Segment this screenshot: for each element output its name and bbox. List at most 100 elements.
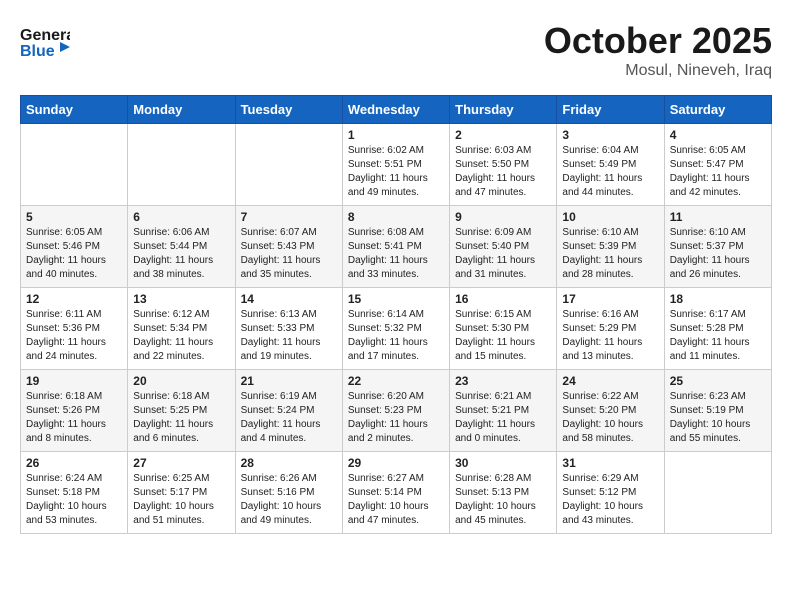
day-number: 14 bbox=[241, 292, 337, 306]
day-header-tuesday: Tuesday bbox=[235, 96, 342, 124]
day-number: 30 bbox=[455, 456, 551, 470]
calendar-cell: 21 Sunrise: 6:19 AM Sunset: 5:24 PM Dayli… bbox=[235, 370, 342, 452]
day-number: 6 bbox=[133, 210, 229, 224]
calendar-cell bbox=[128, 124, 235, 206]
day-number: 24 bbox=[562, 374, 658, 388]
day-number: 16 bbox=[455, 292, 551, 306]
day-info: Sunrise: 6:19 AM Sunset: 5:24 PM Dayligh… bbox=[241, 390, 337, 446]
calendar-cell: 19 Sunrise: 6:18 AM Sunset: 5:26 PM Dayli… bbox=[21, 370, 128, 452]
day-info: Sunrise: 6:15 AM Sunset: 5:30 PM Dayligh… bbox=[455, 308, 551, 364]
logo-icon: General Blue bbox=[20, 20, 70, 70]
calendar-cell: 9Sunrise: 6:09 AM Sunset: 5:40 PM Daylig… bbox=[450, 206, 557, 288]
day-info: Sunrise: 6:18 AM Sunset: 5:25 PM Dayligh… bbox=[133, 390, 229, 446]
calendar-cell bbox=[235, 124, 342, 206]
calendar-cell: 10 Sunrise: 6:10 AM Sunset: 5:39 PM Dayli… bbox=[557, 206, 664, 288]
calendar-cell: 6 Sunrise: 6:06 AM Sunset: 5:44 PM Daylig… bbox=[128, 206, 235, 288]
calendar-cell: 24 Sunrise: 6:22 AM Sunset: 5:20 PM Dayli… bbox=[557, 370, 664, 452]
day-info: Sunrise: 6:07 AM Sunset: 5:43 PM Dayligh… bbox=[241, 226, 337, 282]
day-info: Sunrise: 6:03 AM Sunset: 5:50 PM Dayligh… bbox=[455, 144, 551, 200]
day-info: Sunrise: 6:08 AM Sunset: 5:41 PM Dayligh… bbox=[348, 226, 444, 282]
day-info: Sunrise: 6:04 AM Sunset: 5:49 PM Dayligh… bbox=[562, 144, 658, 200]
day-info: Sunrise: 6:27 AM Sunset: 5:14 PM Dayligh… bbox=[348, 472, 444, 528]
calendar-cell: 27 Sunrise: 6:25 AM Sunset: 5:17 PM Dayli… bbox=[128, 452, 235, 534]
day-number: 23 bbox=[455, 374, 551, 388]
day-info: Sunrise: 6:02 AM Sunset: 5:51 PM Dayligh… bbox=[348, 144, 444, 200]
day-number: 19 bbox=[26, 374, 122, 388]
day-number: 4 bbox=[670, 128, 766, 142]
day-info: Sunrise: 6:22 AM Sunset: 5:20 PM Dayligh… bbox=[562, 390, 658, 446]
day-header-friday: Friday bbox=[557, 96, 664, 124]
calendar-cell: 26 Sunrise: 6:24 AM Sunset: 5:18 PM Dayli… bbox=[21, 452, 128, 534]
calendar-cell: 3Sunrise: 6:04 AM Sunset: 5:49 PM Daylig… bbox=[557, 124, 664, 206]
day-number: 1 bbox=[348, 128, 444, 142]
day-info: Sunrise: 6:06 AM Sunset: 5:44 PM Dayligh… bbox=[133, 226, 229, 282]
day-info: Sunrise: 6:26 AM Sunset: 5:16 PM Dayligh… bbox=[241, 472, 337, 528]
day-number: 2 bbox=[455, 128, 551, 142]
day-number: 5 bbox=[26, 210, 122, 224]
title-block: October 2025 Mosul, Nineveh, Iraq bbox=[544, 20, 772, 80]
calendar-cell: 15 Sunrise: 6:14 AM Sunset: 5:32 PM Dayli… bbox=[342, 288, 449, 370]
day-info: Sunrise: 6:05 AM Sunset: 5:47 PM Dayligh… bbox=[670, 144, 766, 200]
day-number: 9 bbox=[455, 210, 551, 224]
calendar-cell: 2 Sunrise: 6:03 AM Sunset: 5:50 PM Daylig… bbox=[450, 124, 557, 206]
day-number: 12 bbox=[26, 292, 122, 306]
day-number: 31 bbox=[562, 456, 658, 470]
day-info: Sunrise: 6:28 AM Sunset: 5:13 PM Dayligh… bbox=[455, 472, 551, 528]
day-info: Sunrise: 6:10 AM Sunset: 5:39 PM Dayligh… bbox=[562, 226, 658, 282]
week-row-2: 5 Sunrise: 6:05 AM Sunset: 5:46 PM Daylig… bbox=[21, 206, 772, 288]
day-number: 21 bbox=[241, 374, 337, 388]
day-info: Sunrise: 6:23 AM Sunset: 5:19 PM Dayligh… bbox=[670, 390, 766, 446]
day-info: Sunrise: 6:11 AM Sunset: 5:36 PM Dayligh… bbox=[26, 308, 122, 364]
day-number: 10 bbox=[562, 210, 658, 224]
svg-text:Blue: Blue bbox=[20, 43, 55, 60]
day-info: Sunrise: 6:10 AM Sunset: 5:37 PM Dayligh… bbox=[670, 226, 766, 282]
calendar-cell bbox=[21, 124, 128, 206]
day-info: Sunrise: 6:21 AM Sunset: 5:21 PM Dayligh… bbox=[455, 390, 551, 446]
day-info: Sunrise: 6:16 AM Sunset: 5:29 PM Dayligh… bbox=[562, 308, 658, 364]
day-number: 13 bbox=[133, 292, 229, 306]
calendar-cell: 12 Sunrise: 6:11 AM Sunset: 5:36 PM Dayli… bbox=[21, 288, 128, 370]
week-row-1: 1 Sunrise: 6:02 AM Sunset: 5:51 PM Daylig… bbox=[21, 124, 772, 206]
day-info: Sunrise: 6:05 AM Sunset: 5:46 PM Dayligh… bbox=[26, 226, 122, 282]
day-number: 22 bbox=[348, 374, 444, 388]
day-header-monday: Monday bbox=[128, 96, 235, 124]
logo: General Blue bbox=[20, 20, 70, 70]
calendar-cell: 4 Sunrise: 6:05 AM Sunset: 5:47 PM Daylig… bbox=[664, 124, 771, 206]
day-header-wednesday: Wednesday bbox=[342, 96, 449, 124]
calendar-cell: 25Sunrise: 6:23 AM Sunset: 5:19 PM Dayli… bbox=[664, 370, 771, 452]
calendar-table: SundayMondayTuesdayWednesdayThursdayFrid… bbox=[20, 95, 772, 534]
day-number: 11 bbox=[670, 210, 766, 224]
day-info: Sunrise: 6:24 AM Sunset: 5:18 PM Dayligh… bbox=[26, 472, 122, 528]
calendar-cell: 13Sunrise: 6:12 AM Sunset: 5:34 PM Dayli… bbox=[128, 288, 235, 370]
calendar-cell: 11 Sunrise: 6:10 AM Sunset: 5:37 PM Dayli… bbox=[664, 206, 771, 288]
day-header-row: SundayMondayTuesdayWednesdayThursdayFrid… bbox=[21, 96, 772, 124]
day-number: 27 bbox=[133, 456, 229, 470]
day-number: 15 bbox=[348, 292, 444, 306]
calendar-cell: 31 Sunrise: 6:29 AM Sunset: 5:12 PM Dayli… bbox=[557, 452, 664, 534]
calendar-cell: 14 Sunrise: 6:13 AM Sunset: 5:33 PM Dayli… bbox=[235, 288, 342, 370]
calendar-cell: 5 Sunrise: 6:05 AM Sunset: 5:46 PM Daylig… bbox=[21, 206, 128, 288]
day-number: 7 bbox=[241, 210, 337, 224]
day-header-saturday: Saturday bbox=[664, 96, 771, 124]
day-number: 26 bbox=[26, 456, 122, 470]
day-number: 17 bbox=[562, 292, 658, 306]
calendar-cell: 30 Sunrise: 6:28 AM Sunset: 5:13 PM Dayli… bbox=[450, 452, 557, 534]
calendar-cell: 28 Sunrise: 6:26 AM Sunset: 5:16 PM Dayli… bbox=[235, 452, 342, 534]
calendar-cell: 1 Sunrise: 6:02 AM Sunset: 5:51 PM Daylig… bbox=[342, 124, 449, 206]
day-number: 28 bbox=[241, 456, 337, 470]
header: General Blue October 2025 Mosul, Nineveh… bbox=[20, 20, 772, 80]
day-number: 20 bbox=[133, 374, 229, 388]
location: Mosul, Nineveh, Iraq bbox=[544, 62, 772, 80]
day-info: Sunrise: 6:25 AM Sunset: 5:17 PM Dayligh… bbox=[133, 472, 229, 528]
calendar-cell: 29 Sunrise: 6:27 AM Sunset: 5:14 PM Dayli… bbox=[342, 452, 449, 534]
calendar-cell: 22 Sunrise: 6:20 AM Sunset: 5:23 PM Dayli… bbox=[342, 370, 449, 452]
day-info: Sunrise: 6:20 AM Sunset: 5:23 PM Dayligh… bbox=[348, 390, 444, 446]
day-info: Sunrise: 6:29 AM Sunset: 5:12 PM Dayligh… bbox=[562, 472, 658, 528]
day-info: Sunrise: 6:14 AM Sunset: 5:32 PM Dayligh… bbox=[348, 308, 444, 364]
day-info: Sunrise: 6:18 AM Sunset: 5:26 PM Dayligh… bbox=[26, 390, 122, 446]
day-info: Sunrise: 6:13 AM Sunset: 5:33 PM Dayligh… bbox=[241, 308, 337, 364]
day-header-sunday: Sunday bbox=[21, 96, 128, 124]
day-number: 29 bbox=[348, 456, 444, 470]
day-info: Sunrise: 6:17 AM Sunset: 5:28 PM Dayligh… bbox=[670, 308, 766, 364]
month-title: October 2025 bbox=[544, 20, 772, 62]
